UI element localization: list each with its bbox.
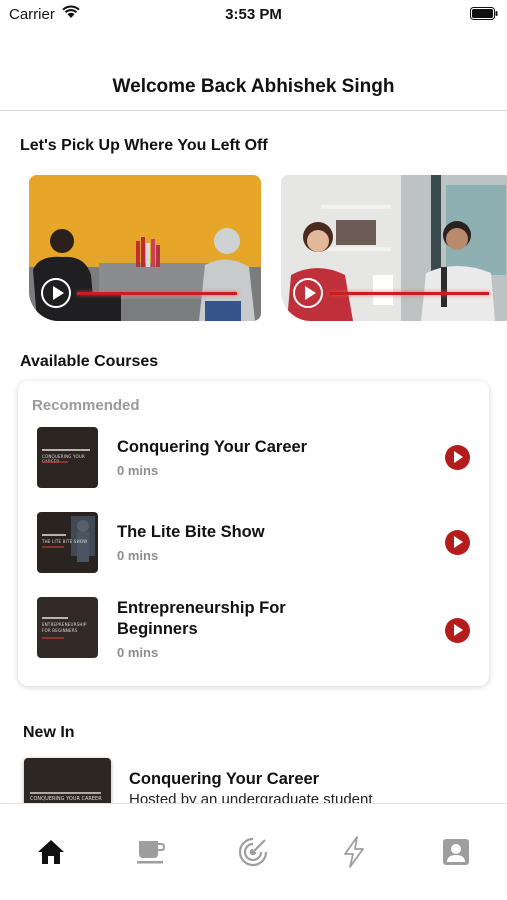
header-divider (0, 110, 507, 111)
status-bar: Carrier 3:53 PM (0, 0, 507, 30)
course-duration: 0 mins (117, 645, 159, 660)
recommended-label: Recommended (32, 397, 140, 414)
course-row[interactable]: THE LITE BITE SHOW The Lite Bite Show 0 … (18, 512, 489, 576)
home-icon (38, 840, 64, 864)
new-in-thumbnail[interactable]: CONQUERING YOUR CAREER (24, 758, 111, 808)
video-card[interactable] (29, 175, 261, 321)
course-duration: 0 mins (117, 548, 159, 563)
course-title: Entrepreneurship For Beginners (117, 599, 286, 638)
tab-radar[interactable] (233, 834, 273, 870)
status-time: 3:53 PM (225, 6, 282, 23)
new-in-course-title[interactable]: Conquering Your Career (129, 770, 319, 789)
course-duration: 0 mins (117, 463, 159, 478)
tab-cafe[interactable] (131, 834, 171, 870)
tab-flash[interactable] (334, 834, 374, 870)
tab-home[interactable] (31, 834, 71, 870)
available-courses-title: Available Courses (20, 353, 159, 370)
tab-bar (0, 803, 507, 900)
course-thumbnail: CONQUERING YOUR CAREER (37, 427, 98, 488)
video-card[interactable] (281, 175, 507, 321)
watch-progress-bar (77, 292, 237, 295)
play-course-icon[interactable] (445, 618, 470, 643)
battery-icon (470, 7, 498, 20)
lightning-icon (344, 836, 364, 868)
recommended-card: Recommended CONQUERING YOUR CAREER Conqu… (18, 381, 489, 686)
continue-watching-carousel[interactable] (29, 175, 507, 322)
tab-profile[interactable] (436, 834, 476, 870)
play-course-icon[interactable] (445, 445, 470, 470)
course-row[interactable]: CONQUERING YOUR CAREER Conquering Your C… (18, 427, 489, 491)
coffee-cup-icon (137, 841, 165, 864)
play-icon[interactable] (293, 278, 323, 308)
radar-icon (238, 837, 268, 867)
new-in-title: New In (23, 724, 75, 741)
page-title: Welcome Back Abhishek Singh (112, 76, 395, 97)
profile-icon (443, 839, 469, 865)
course-title: Conquering Your Career (117, 438, 308, 456)
course-thumbnail: ENTREPRENEURSHIP FOR BEGINNERS (37, 597, 98, 658)
play-course-icon[interactable] (445, 530, 470, 555)
course-thumbnail: THE LITE BITE SHOW (37, 512, 98, 573)
continue-watching-title: Let's Pick Up Where You Left Off (20, 137, 268, 154)
course-title: The Lite Bite Show (117, 523, 265, 541)
watch-progress-bar (329, 292, 489, 295)
play-icon[interactable] (41, 278, 71, 308)
course-row[interactable]: ENTREPRENEURSHIP FOR BEGINNERS Entrepren… (18, 597, 489, 661)
